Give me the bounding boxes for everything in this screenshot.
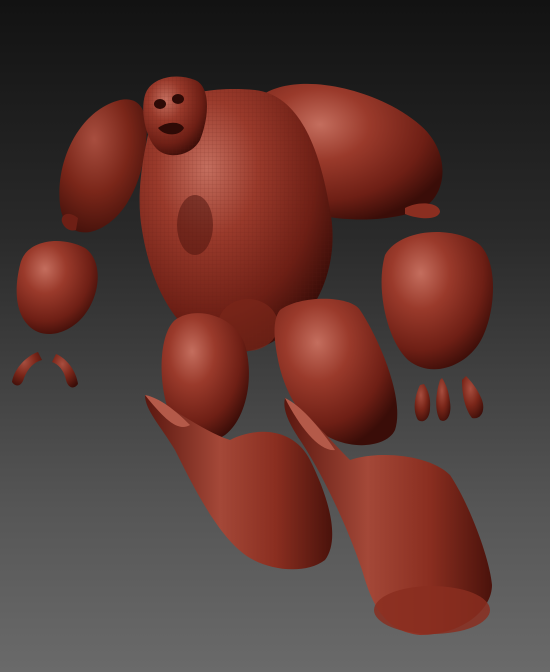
right-arm: [381, 232, 493, 422]
head: [143, 76, 207, 156]
left-shoulder: [59, 99, 147, 233]
robot-sculpt-model: [12, 76, 493, 635]
sculpt-viewport[interactable]: [0, 0, 550, 672]
left-arm: [12, 241, 98, 388]
